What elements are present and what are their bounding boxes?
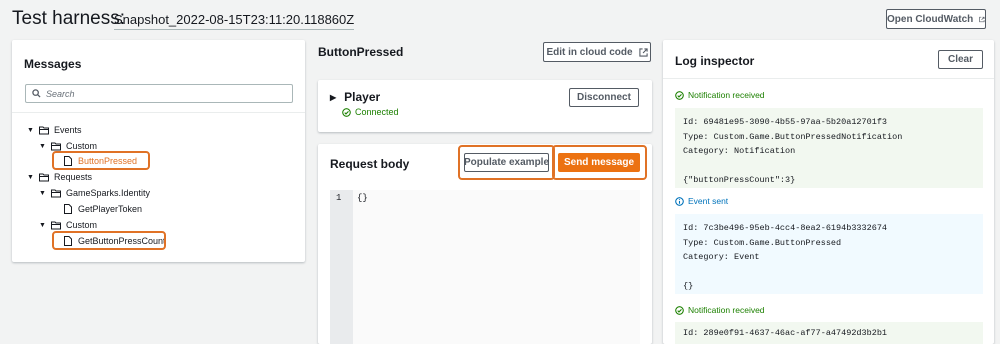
highlight-box (552, 145, 647, 180)
highlight-box (458, 145, 555, 180)
tree-label: Requests (54, 172, 93, 182)
info-circle-icon (675, 196, 684, 206)
divider (663, 78, 994, 79)
log-entry-label: Event sent (675, 196, 728, 206)
caret-down-icon: ▼ (39, 142, 46, 150)
player-label: Player (344, 90, 381, 104)
tree-label: GameSparks.Identity (66, 188, 151, 198)
external-link-icon (638, 47, 648, 57)
tree-node-get-player-token[interactable]: GetPlayerToken (63, 203, 142, 215)
edit-in-cloud-code-button[interactable]: Edit in cloud code (543, 42, 651, 62)
page-title: Test harness: (12, 8, 125, 29)
caret-down-icon: ▼ (39, 189, 46, 197)
check-circle-icon (342, 107, 351, 117)
message-detail-title: ButtonPressed (318, 45, 404, 59)
status-text: Connected (355, 107, 399, 117)
check-circle-icon (675, 305, 684, 315)
disconnect-button[interactable]: Disconnect (569, 88, 639, 107)
folder-open-icon (39, 126, 49, 135)
tree-node-requests-custom[interactable]: ▼ Custom (39, 219, 97, 231)
external-link-icon (979, 16, 985, 22)
connection-status: Connected (342, 107, 399, 117)
edit-label: Edit in cloud code (546, 46, 633, 58)
player-header[interactable]: ▶ Player (330, 90, 380, 104)
caret-down-icon: ▼ (27, 126, 34, 134)
highlight-box (52, 231, 166, 250)
log-entry-label-text: Notification received (688, 305, 765, 315)
log-inspector-panel: Log inspector Clear (663, 40, 994, 344)
player-panel: ▶ Player Connected Disconnect (318, 80, 652, 132)
log-entry-body: Id: 289e0f91-4637-46ac-af77-a47492d3b2b1 (675, 322, 983, 344)
search-icon (32, 89, 41, 98)
folder-open-icon (39, 173, 49, 182)
open-cloudwatch-label: Open CloudWatch (887, 13, 974, 25)
tree-node-events[interactable]: ▼ Events (27, 124, 82, 136)
log-entry-label: Notification received (675, 90, 765, 100)
tree-node-requests[interactable]: ▼ Requests (27, 171, 92, 183)
clear-label: Clear (947, 54, 973, 65)
folder-open-icon (51, 142, 61, 151)
log-entry-label-text: Notification received (688, 90, 765, 100)
tree-label: Custom (66, 220, 98, 230)
disconnect-label: Disconnect (577, 92, 631, 103)
search-placeholder: Search (46, 88, 75, 99)
log-entry-label-text: Event sent (688, 196, 729, 206)
code-editor[interactable]: 1 {} (330, 190, 640, 344)
line-number: 1 (336, 193, 342, 203)
clear-button[interactable]: Clear (938, 50, 983, 69)
folder-open-icon (51, 189, 61, 198)
tree-label: Events (54, 125, 82, 135)
search-input[interactable]: Search (25, 84, 293, 103)
check-circle-icon (675, 90, 684, 100)
log-inspector-title: Log inspector (675, 54, 755, 68)
divider (12, 112, 305, 113)
folder-open-icon (51, 221, 61, 230)
tree-label: Custom (66, 141, 98, 151)
editor-code: {} (357, 193, 368, 203)
caret-right-icon: ▶ (330, 92, 337, 102)
request-body-title: Request body (330, 157, 410, 171)
log-entry-label: Notification received (675, 305, 765, 315)
editor-gutter (330, 190, 353, 344)
tree-node-gamesparks-identity[interactable]: ▼ GameSparks.Identity (39, 187, 150, 199)
log-entry-body: Id: 7c3be496-95eb-4cc4-8ea2-6194b3332674… (675, 214, 983, 294)
messages-title: Messages (24, 57, 82, 71)
caret-down-icon: ▼ (27, 173, 34, 181)
open-cloudwatch-button[interactable]: Open CloudWatch (886, 9, 986, 29)
caret-down-icon: ▼ (39, 221, 46, 229)
tree-label: GetPlayerToken (78, 204, 143, 214)
snapshot-selector[interactable]: Snapshot_2022-08-15T23:11:20.118860Z (114, 12, 355, 30)
log-entry-body: Id: 69481e95-3090-4b55-97aa-5b20a12701f3… (675, 108, 983, 188)
file-icon (64, 204, 72, 214)
highlight-box (52, 151, 150, 170)
